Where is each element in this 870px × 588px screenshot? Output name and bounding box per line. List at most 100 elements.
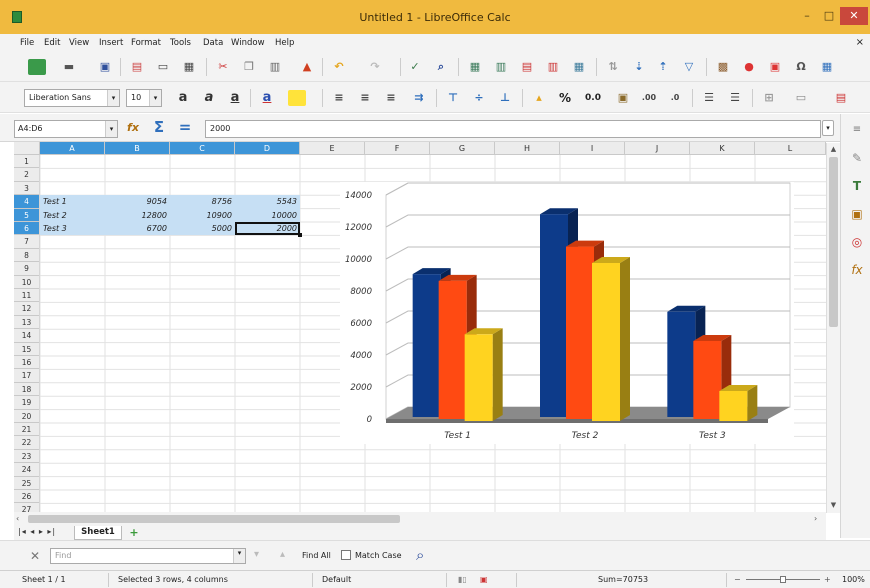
spelling-icon[interactable]: ✓ <box>406 59 424 75</box>
menu-insert[interactable]: Insert <box>99 38 123 48</box>
undo-icon[interactable]: ↶ <box>330 59 348 75</box>
formula-input[interactable]: 2000 <box>205 120 821 138</box>
cell-a4[interactable]: Test 1 <box>40 195 105 208</box>
scroll-up-icon[interactable]: ▲ <box>829 145 838 153</box>
horizontal-scroll-thumb[interactable] <box>28 515 400 523</box>
cell-d6[interactable]: 2000 <box>235 222 300 235</box>
cell-d5[interactable]: 10000 <box>235 209 300 222</box>
zoom-out-icon[interactable]: − <box>734 575 741 584</box>
find-previous-icon[interactable]: ▾ <box>254 549 259 560</box>
sum-indicator[interactable]: Sum=70753 <box>598 575 648 584</box>
find-input[interactable]: Find ▾ <box>50 548 246 564</box>
name-box[interactable]: A4:D6 ▾ <box>14 120 118 138</box>
align-top-icon[interactable]: ⊤ <box>444 90 462 106</box>
expand-formula-bar-icon[interactable]: ▾ <box>822 120 834 136</box>
cell-b5[interactable]: 12800 <box>105 209 170 222</box>
align-left-icon[interactable]: ≡ <box>330 90 348 106</box>
special-character-icon[interactable]: Ω <box>792 59 810 75</box>
underline-icon[interactable]: a <box>226 90 244 106</box>
align-right-icon[interactable]: ≡ <box>382 90 400 106</box>
wrap-text-icon[interactable]: ⇉ <box>410 90 428 106</box>
bar[interactable] <box>693 341 722 419</box>
minimize-button[interactable]: – <box>796 7 818 25</box>
redo-icon[interactable]: ↷ <box>366 59 384 75</box>
export-pdf-icon[interactable]: ▤ <box>128 59 146 75</box>
add-decimal-icon[interactable]: .00 <box>640 90 658 106</box>
menu-format[interactable]: Format <box>131 38 161 48</box>
align-bottom-icon[interactable]: ⊥ <box>496 90 514 106</box>
function-wizard-icon[interactable]: fx <box>124 120 142 136</box>
menu-help[interactable]: Help <box>275 38 294 48</box>
border-color-icon[interactable]: ▤ <box>832 90 850 106</box>
horizontal-scrollbar[interactable]: ‹ › <box>14 512 826 526</box>
font-name-box[interactable]: Liberation Sans ▾ <box>24 89 120 107</box>
menu-data[interactable]: Data <box>203 38 223 48</box>
bar[interactable] <box>667 311 696 417</box>
vertical-scroll-thumb[interactable] <box>829 157 838 327</box>
chart-icon[interactable]: ● <box>740 59 758 75</box>
cut-icon[interactable]: ✂ <box>214 59 232 75</box>
bar[interactable] <box>438 280 467 419</box>
italic-icon[interactable]: a <box>200 90 218 106</box>
scroll-down-icon[interactable]: ▼ <box>829 501 838 509</box>
menu-tools[interactable]: Tools <box>170 38 191 48</box>
border-style-icon[interactable]: ▭ <box>792 90 810 106</box>
cell-a5[interactable]: Test 2 <box>40 209 105 222</box>
align-center-icon[interactable]: ≡ <box>356 90 374 106</box>
menu-edit[interactable]: Edit <box>44 38 60 48</box>
cell-d4[interactable]: 5543 <box>235 195 300 208</box>
close-button[interactable]: ✕ <box>840 7 868 25</box>
find-replace-icon[interactable]: ⌕ <box>432 59 450 75</box>
bar[interactable] <box>592 263 620 421</box>
print-preview-icon[interactable]: ▦ <box>180 59 198 75</box>
chevron-down-icon[interactable]: ▾ <box>149 90 161 106</box>
center-vertically-icon[interactable]: ÷ <box>470 90 488 106</box>
chevron-down-icon[interactable]: ▾ <box>105 121 117 137</box>
borders-icon[interactable]: ⊞ <box>760 90 778 106</box>
cell-c5[interactable]: 10900 <box>170 209 235 222</box>
match-case-checkbox[interactable] <box>341 550 351 560</box>
sum-icon[interactable]: Σ <box>150 119 168 135</box>
insert-columns-icon[interactable]: ▥ <box>544 59 562 75</box>
date-format-icon[interactable]: ▣ <box>614 90 632 106</box>
cell-b4[interactable]: 9054 <box>105 195 170 208</box>
save-icon[interactable]: ▣ <box>96 59 114 75</box>
sheet-navigation-arrows-icon[interactable]: |◂ ◂ ▸ ▸| <box>18 527 56 536</box>
vertical-scrollbar[interactable]: ▲ ▼ <box>826 143 840 513</box>
close-find-bar-icon[interactable]: ✕ <box>30 549 40 563</box>
sheet-tab-sheet1[interactable]: Sheet1 <box>74 526 122 540</box>
font-color-icon[interactable]: a <box>258 90 276 106</box>
highlight-color-icon[interactable] <box>288 90 306 106</box>
zoom-level[interactable]: 100% <box>842 575 865 584</box>
maximize-button[interactable]: □ <box>818 7 840 25</box>
column-icon[interactable]: ▥ <box>492 59 510 75</box>
sidebar-menu-icon[interactable]: ≡ <box>849 122 865 138</box>
number-format-button[interactable]: 0.0 <box>584 90 602 106</box>
paste-icon[interactable]: ▥ <box>266 59 284 75</box>
page-style[interactable]: Default <box>322 575 351 584</box>
bar[interactable] <box>540 214 568 417</box>
zoom-slider-handle[interactable] <box>780 576 786 583</box>
bar[interactable] <box>566 246 594 419</box>
scroll-right-icon[interactable]: › <box>814 514 817 523</box>
hyperlink-icon[interactable]: ▦ <box>818 59 836 75</box>
bar[interactable] <box>464 334 493 421</box>
autofilter-icon[interactable]: ▽ <box>680 59 698 75</box>
increase-indent-icon[interactable]: ☰ <box>700 90 718 106</box>
close-document-icon[interactable]: × <box>856 37 864 48</box>
bold-icon[interactable]: a <box>174 90 192 106</box>
functions-icon[interactable]: fx <box>849 262 865 278</box>
zoom-in-icon[interactable]: + <box>824 575 831 584</box>
chevron-down-icon[interactable]: ▾ <box>107 90 119 106</box>
sort-descending-icon[interactable]: ⇣ <box>630 59 648 75</box>
delete-decimal-icon[interactable]: .0 <box>666 90 684 106</box>
bar[interactable] <box>412 274 441 417</box>
decrease-indent-icon[interactable]: ☰ <box>726 90 744 106</box>
currency-icon[interactable]: ▴ <box>530 90 548 106</box>
styles-icon[interactable]: T <box>849 178 865 194</box>
copy-icon[interactable]: ❐ <box>240 59 258 75</box>
find-all-button[interactable]: Find All <box>302 551 331 560</box>
sort-ascending-icon[interactable]: ⇡ <box>654 59 672 75</box>
formula-equals-icon[interactable]: = <box>176 119 194 135</box>
new-document-icon[interactable] <box>28 59 46 75</box>
